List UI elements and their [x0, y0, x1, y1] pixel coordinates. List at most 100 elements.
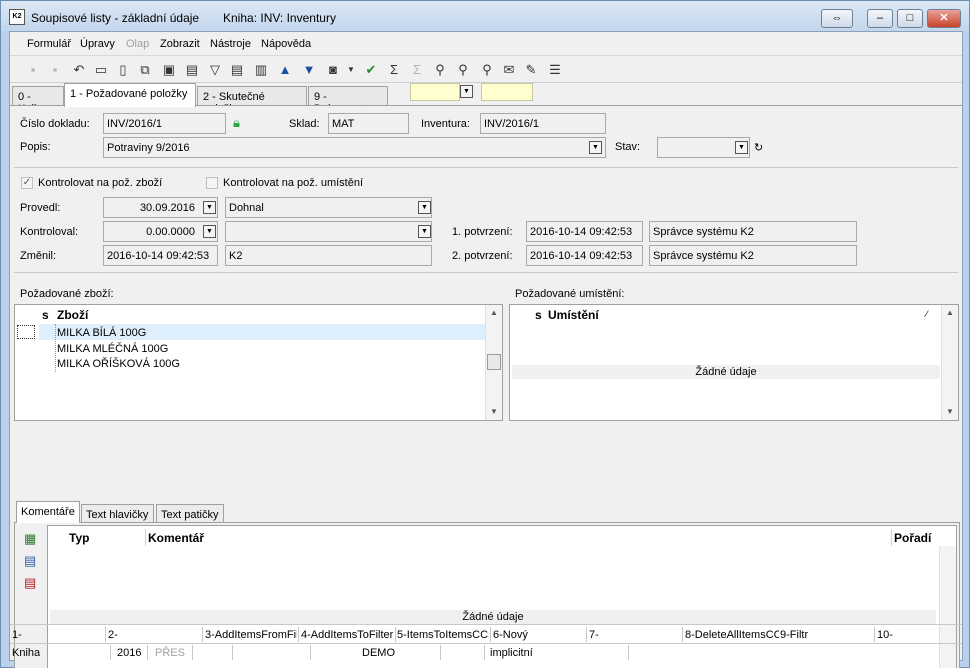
confirm1-user-field[interactable]: Správce systému K2	[649, 221, 857, 242]
quick-filter-dropdown-icon[interactable]: ▼	[460, 85, 473, 98]
undo-icon[interactable]: ↶	[70, 61, 88, 78]
arrow-down-icon[interactable]: ▼	[300, 61, 318, 78]
arrow-up-icon[interactable]: ▲	[276, 61, 294, 78]
menu-olap[interactable]: Olap	[126, 38, 149, 50]
run-action-icon[interactable]: ✔	[362, 61, 380, 78]
sum-icon[interactable]: Σ	[385, 61, 403, 78]
lock-icon[interactable]: ▣	[160, 61, 178, 78]
minimize-button[interactable]: –	[867, 9, 893, 28]
done-date-field[interactable]: 30.09.2016	[103, 197, 218, 218]
tab-kniha[interactable]: 0 - Kniha	[12, 86, 64, 115]
goods-scrollbar[interactable]: ▲ ▼	[485, 305, 502, 420]
fkey-7[interactable]: 7-	[589, 629, 681, 641]
scroll-thumb[interactable]	[487, 354, 501, 370]
copy-icon[interactable]: ⧉	[136, 61, 154, 78]
open-folder-icon[interactable]: ▭	[92, 61, 110, 78]
close-button[interactable]: ✕	[927, 9, 961, 28]
save-all-icon[interactable]: ▪	[46, 61, 64, 78]
find-next-icon[interactable]: ⚲	[454, 61, 472, 78]
tab-pozadovane-polozky[interactable]: 1 - Požadované položky	[64, 83, 196, 107]
quick-filter-value-field[interactable]	[481, 83, 533, 101]
checked-user-dropdown-icon[interactable]: ▼	[418, 225, 431, 238]
scroll-down-icon[interactable]: ▼	[946, 407, 954, 416]
filter-icon[interactable]: ▽	[206, 61, 224, 78]
folder-edit-icon[interactable]: ✎	[522, 61, 540, 78]
fkey-1[interactable]: 1-	[12, 629, 102, 641]
store-field[interactable]: MAT	[328, 113, 409, 134]
locations-scrollbar[interactable]: ▲ ▼	[941, 305, 958, 420]
tab-text-hlavicky[interactable]: Text hlavičky	[81, 504, 154, 524]
table-row[interactable]: MILKA BÍLÁ 100G	[57, 327, 146, 339]
refresh-icon[interactable]: ↻	[754, 141, 763, 154]
camera-icon[interactable]: ◙	[324, 61, 342, 78]
checked-date-field[interactable]: 0.00.0000	[103, 221, 218, 242]
delete-comment-icon[interactable]: ▤	[24, 575, 36, 591]
done-user-field[interactable]: Dohnal	[225, 197, 432, 218]
edit-comment-icon[interactable]: ▤	[24, 553, 36, 569]
fkey-9[interactable]: 9-Filtr	[780, 629, 872, 641]
check-locations-checkbox[interactable]	[206, 177, 218, 189]
menu-lines-icon[interactable]: ☰	[546, 61, 564, 78]
filter-list-icon[interactable]: ▤	[228, 61, 246, 78]
checked-user-field[interactable]	[225, 221, 432, 242]
scroll-up-icon[interactable]: ▲	[490, 308, 498, 317]
done-date-dropdown-icon[interactable]: ▼	[203, 201, 216, 214]
sort-icon[interactable]: ⁄	[926, 309, 928, 319]
camera-dropdown-icon[interactable]: ▼	[342, 61, 360, 78]
goods-col-s[interactable]: s	[42, 308, 49, 322]
locations-col-umisteni[interactable]: Umístění	[548, 308, 599, 322]
check-goods-checkbox[interactable]: ✓	[21, 177, 33, 189]
state-dropdown-icon[interactable]: ▼	[735, 141, 748, 154]
fkey-10[interactable]: 10-	[877, 629, 957, 641]
changed-user-field[interactable]: K2	[225, 245, 432, 266]
menu-formular[interactable]: Formulář	[27, 38, 71, 50]
fkey-2[interactable]: 2-	[108, 629, 200, 641]
book-icon[interactable]: ▤	[183, 61, 201, 78]
confirm1-date-field[interactable]: 2016-10-14 09:42:53	[526, 221, 643, 242]
comments-col-komentar[interactable]: Komentář	[148, 531, 204, 545]
divider	[147, 645, 148, 660]
fkey-8[interactable]: 8-DeleteAllItemsCC	[685, 629, 779, 641]
menu-napoveda[interactable]: Nápověda	[261, 38, 311, 50]
locations-col-s[interactable]: s	[535, 308, 542, 322]
description-field[interactable]: Potraviny 9/2016	[103, 137, 606, 158]
fkey-3[interactable]: 3-AddItemsFromFil	[205, 629, 297, 641]
quick-filter-field[interactable]	[410, 83, 460, 101]
fkey-4[interactable]: 4-AddItemsToFilter	[301, 629, 396, 641]
checked-date-dropdown-icon[interactable]: ▼	[203, 225, 216, 238]
tab-komentare[interactable]: Komentáře	[16, 501, 80, 523]
add-comment-icon[interactable]: ▦	[24, 531, 36, 547]
done-user-dropdown-icon[interactable]: ▼	[418, 201, 431, 214]
menu-zobrazit[interactable]: Zobrazit	[160, 38, 200, 50]
books-icon[interactable]: ▥	[252, 61, 270, 78]
table-row[interactable]: MILKA MLÉČNÁ 100G	[57, 343, 168, 355]
new-document-icon[interactable]: ▯	[114, 61, 132, 78]
binoculars-icon[interactable]: ⚲	[431, 61, 449, 78]
save-icon[interactable]: ▪	[24, 61, 42, 78]
tab-skutecne-polozky[interactable]: 2 - Skutečné položky	[197, 86, 307, 115]
row-selector[interactable]	[17, 325, 35, 339]
goods-col-zbozi[interactable]: Zboží	[57, 308, 88, 322]
find-filter-icon[interactable]: ⚲	[478, 61, 496, 78]
email-icon[interactable]: ✉	[500, 61, 518, 78]
doc-number-field[interactable]: INV/2016/1	[103, 113, 226, 134]
table-row[interactable]: MILKA OŘÍŠKOVÁ 100G	[57, 358, 180, 370]
confirm2-user-field[interactable]: Správce systému K2	[649, 245, 857, 266]
scroll-down-icon[interactable]: ▼	[490, 407, 498, 416]
tab-dokumenty[interactable]: 9 - Dokumenty	[308, 86, 388, 115]
scroll-up-icon[interactable]: ▲	[946, 308, 954, 317]
description-dropdown-icon[interactable]: ▼	[589, 141, 602, 154]
sum-disabled-icon[interactable]: Σ	[408, 61, 426, 78]
resize-arrows-button[interactable]: ⇔	[821, 9, 853, 28]
menu-upravy[interactable]: Úpravy	[80, 38, 115, 50]
tab-text-paticky[interactable]: Text patičky	[156, 504, 224, 524]
maximize-button[interactable]: □	[897, 9, 923, 28]
changed-date-field[interactable]: 2016-10-14 09:42:53	[103, 245, 218, 266]
fkey-6[interactable]: 6-Nový	[493, 629, 585, 641]
inventory-field[interactable]: INV/2016/1	[480, 113, 606, 134]
confirm2-date-field[interactable]: 2016-10-14 09:42:53	[526, 245, 643, 266]
comments-col-poradi[interactable]: Pořadí	[894, 531, 931, 545]
fkey-5[interactable]: 5-ItemsToItemsCC	[397, 629, 489, 641]
menu-nastroje[interactable]: Nástroje	[210, 38, 251, 50]
comments-col-typ[interactable]: Typ	[69, 531, 89, 545]
